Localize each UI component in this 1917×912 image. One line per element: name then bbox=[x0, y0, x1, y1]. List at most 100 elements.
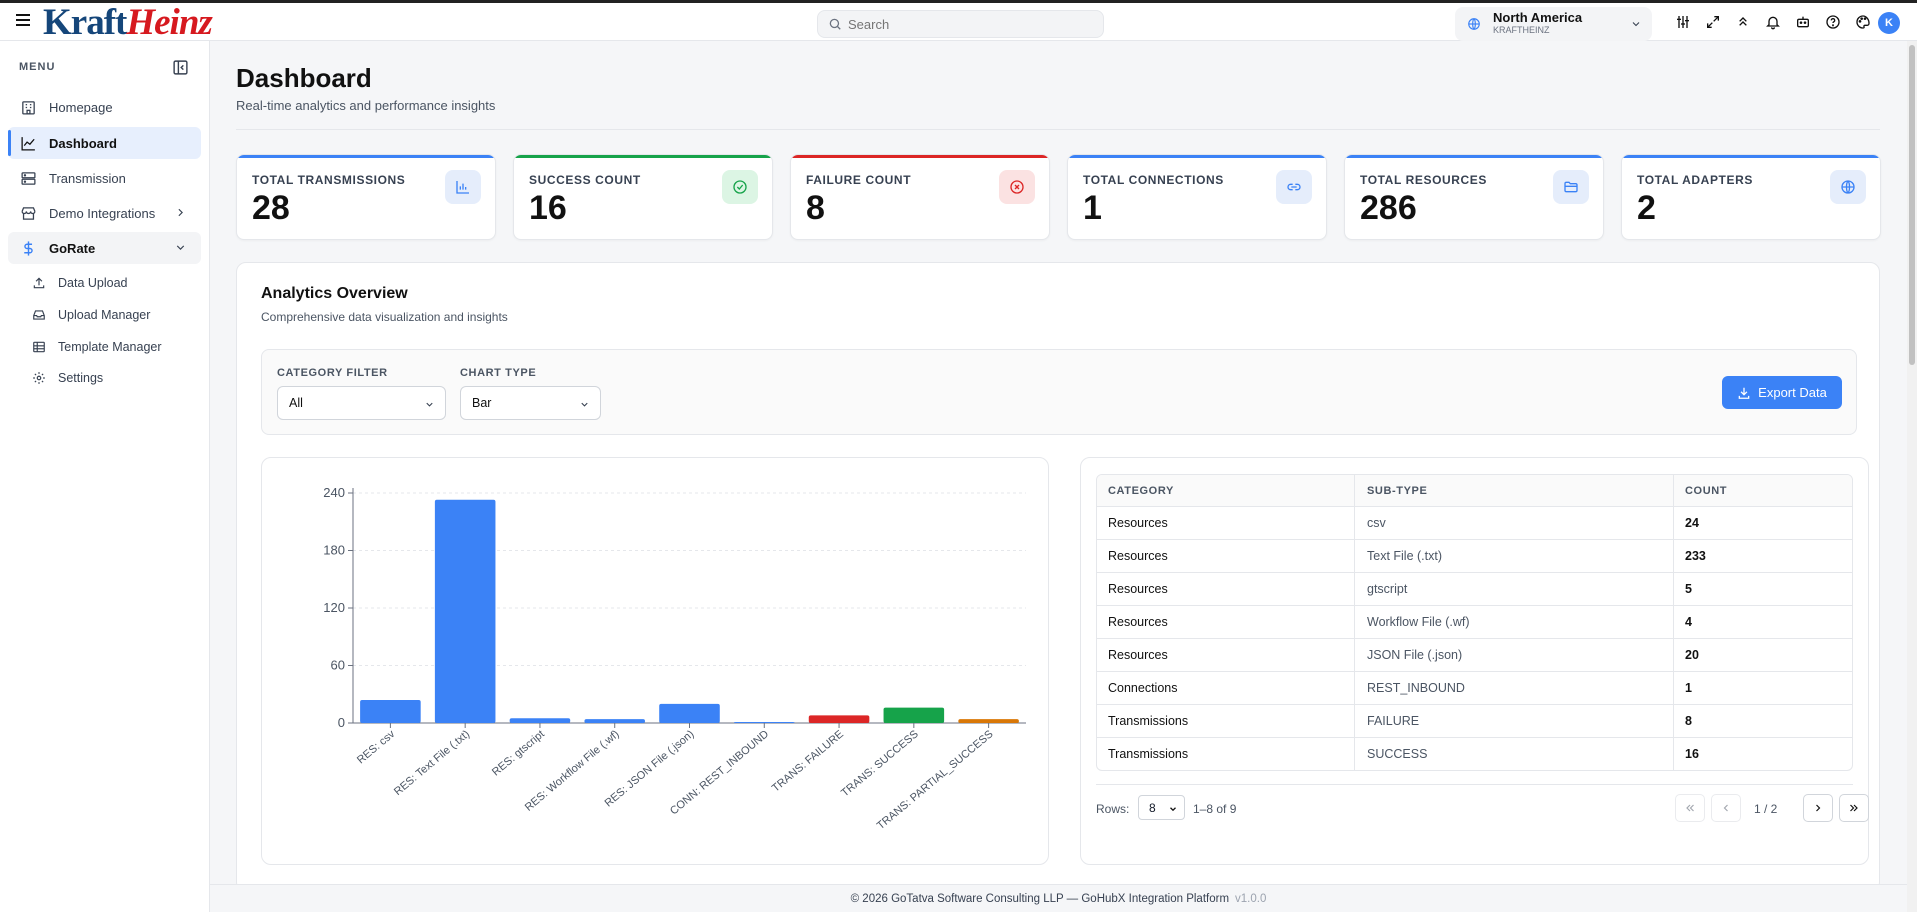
chart-type-select[interactable]: Bar bbox=[460, 386, 601, 420]
sliders-icon[interactable] bbox=[1674, 13, 1692, 31]
sidebar-subitem-template-manager[interactable]: Template Manager bbox=[32, 333, 162, 361]
table-row[interactable]: Resources csv 24 bbox=[1097, 506, 1852, 539]
chevrons-left-icon bbox=[1686, 804, 1694, 812]
bar bbox=[659, 703, 720, 723]
export-data-button[interactable]: Export Data bbox=[1722, 376, 1842, 409]
brand-logo-kraft: Kraft bbox=[43, 1, 127, 43]
cell-count: 1 bbox=[1685, 681, 1692, 695]
table-row[interactable]: Resources JSON File (.json) 20 bbox=[1097, 638, 1852, 671]
download-icon bbox=[1738, 387, 1750, 399]
last-page-button[interactable] bbox=[1839, 794, 1869, 822]
region-name: North America bbox=[1493, 10, 1583, 25]
brand-logo[interactable]: Kraft Heinz bbox=[43, 1, 213, 43]
page-scrollbar[interactable] bbox=[1907, 41, 1917, 912]
bar-chart-card: 0 60 120 180 240 RES: csv RES: Text File (.txt… bbox=[261, 457, 1049, 865]
table-row[interactable]: Resources Workflow File (.wf) 4 bbox=[1097, 605, 1852, 638]
sidebar-item-transmission[interactable]: Transmission bbox=[8, 162, 201, 194]
sidebar-collapse-icon[interactable] bbox=[172, 59, 189, 76]
link-icon bbox=[1276, 170, 1312, 204]
rows-per-page-select[interactable]: 8 bbox=[1138, 795, 1185, 820]
sidebar-item-label: Homepage bbox=[49, 99, 113, 115]
column-header-category[interactable]: CATEGORY bbox=[1097, 475, 1355, 506]
chevron-down-icon bbox=[1170, 807, 1176, 812]
stat-label: SUCCESS COUNT bbox=[529, 173, 641, 187]
stat-value: 286 bbox=[1360, 189, 1417, 227]
sidebar-item-label: Transmission bbox=[49, 170, 126, 186]
column-header-count[interactable]: COUNT bbox=[1674, 475, 1852, 506]
filter-bar: CATEGORY FILTER All CHART TYPE Bar Expor… bbox=[261, 349, 1857, 435]
table-row[interactable]: Transmissions FAILURE 8 bbox=[1097, 704, 1852, 737]
table-row[interactable]: Resources gtscript 5 bbox=[1097, 572, 1852, 605]
check-circle-icon bbox=[722, 170, 758, 204]
rows-range: 1–8 of 9 bbox=[1193, 802, 1237, 816]
bar-chart-icon bbox=[445, 170, 481, 204]
scrollbar-thumb[interactable] bbox=[1909, 45, 1915, 365]
sidebar-subitem-data-upload[interactable]: Data Upload bbox=[32, 269, 128, 297]
main-content: Dashboard Real-time analytics and perfor… bbox=[210, 41, 1907, 892]
bell-icon[interactable] bbox=[1764, 13, 1782, 31]
sidebar-item-dashboard[interactable]: Dashboard bbox=[8, 127, 201, 159]
category-filter-select[interactable]: All bbox=[277, 386, 446, 420]
sidebar-item-homepage[interactable]: Homepage bbox=[8, 91, 201, 123]
cell-category: Transmissions bbox=[1097, 705, 1355, 737]
stat-card-accent bbox=[1345, 155, 1603, 158]
table-row[interactable]: Transmissions SUCCESS 16 bbox=[1097, 737, 1852, 770]
search-box[interactable] bbox=[817, 10, 1104, 38]
previous-page-button[interactable] bbox=[1711, 794, 1741, 822]
sidebar-item-label: Dashboard bbox=[49, 135, 117, 151]
stat-card-accent bbox=[514, 155, 772, 158]
y-tick-label: 120 bbox=[323, 600, 345, 615]
category-filter-label: CATEGORY FILTER bbox=[277, 367, 388, 379]
footer-version: v1.0.0 bbox=[1235, 892, 1267, 905]
chevron-down-icon bbox=[176, 245, 185, 250]
category-filter-value: All bbox=[289, 396, 303, 410]
y-tick-label: 180 bbox=[323, 543, 345, 558]
sidebar-item-gorate[interactable]: GoRate bbox=[8, 232, 201, 264]
bar bbox=[434, 499, 496, 723]
sidebar-subitem-settings[interactable]: Settings bbox=[32, 364, 103, 392]
sidebar-subitem-label: Upload Manager bbox=[58, 308, 151, 322]
footer: © 2026 GoTatva Software Consulting LLP —… bbox=[210, 884, 1907, 912]
page-subtitle: Real-time analytics and performance insi… bbox=[236, 98, 496, 113]
data-table: CATEGORY SUB-TYPE COUNT Resources csv 24 Re… bbox=[1096, 474, 1853, 771]
building-icon bbox=[22, 100, 35, 115]
bar bbox=[584, 719, 646, 723]
cell-count: 24 bbox=[1685, 516, 1699, 530]
user-avatar[interactable]: K bbox=[1878, 12, 1900, 34]
analytics-panel: Analytics Overview Comprehensive data vi… bbox=[236, 262, 1880, 892]
region-org: KRAFTHEINZ bbox=[1493, 25, 1550, 35]
chevron-down-icon bbox=[426, 402, 433, 407]
table-icon bbox=[33, 341, 45, 353]
column-header-subtype[interactable]: SUB-TYPE bbox=[1355, 475, 1674, 506]
stat-card-total-adapters: TOTAL ADAPTERS 2 bbox=[1621, 154, 1881, 240]
table-row[interactable]: Resources Text File (.txt) 233 bbox=[1097, 539, 1852, 572]
stat-card-accent bbox=[791, 155, 1049, 158]
next-page-button[interactable] bbox=[1803, 794, 1833, 822]
chart-type-value: Bar bbox=[472, 396, 492, 410]
hamburger-menu-icon[interactable] bbox=[16, 14, 30, 26]
sidebar-item-demo-integrations[interactable]: Demo Integrations bbox=[8, 197, 201, 229]
bar bbox=[733, 722, 795, 723]
cell-category: Transmissions bbox=[1097, 738, 1355, 770]
cell-count: 16 bbox=[1685, 747, 1699, 761]
sidebar-subitem-upload-manager[interactable]: Upload Manager bbox=[32, 301, 150, 329]
inbox-icon bbox=[33, 310, 45, 320]
stat-card-accent bbox=[1622, 155, 1880, 158]
page-title: Dashboard bbox=[236, 63, 372, 93]
table-header-row: CATEGORY SUB-TYPE COUNT bbox=[1097, 475, 1852, 506]
help-icon[interactable] bbox=[1824, 13, 1842, 31]
region-selector[interactable]: North America KRAFTHEINZ bbox=[1455, 7, 1652, 41]
palette-icon[interactable] bbox=[1854, 13, 1872, 31]
chevrons-up-icon[interactable] bbox=[1734, 13, 1752, 31]
chevron-down-icon bbox=[581, 402, 588, 407]
first-page-button[interactable] bbox=[1675, 794, 1705, 822]
menu-label: MENU bbox=[19, 61, 56, 73]
search-input[interactable] bbox=[848, 16, 1088, 32]
bot-icon[interactable] bbox=[1794, 13, 1812, 31]
bar bbox=[883, 707, 945, 723]
cell-subtype: REST_INBOUND bbox=[1355, 672, 1674, 704]
expand-icon[interactable] bbox=[1704, 13, 1722, 31]
export-data-label: Export Data bbox=[1758, 385, 1827, 400]
table-row[interactable]: Connections REST_INBOUND 1 bbox=[1097, 671, 1852, 704]
cell-category: Resources bbox=[1097, 507, 1355, 539]
